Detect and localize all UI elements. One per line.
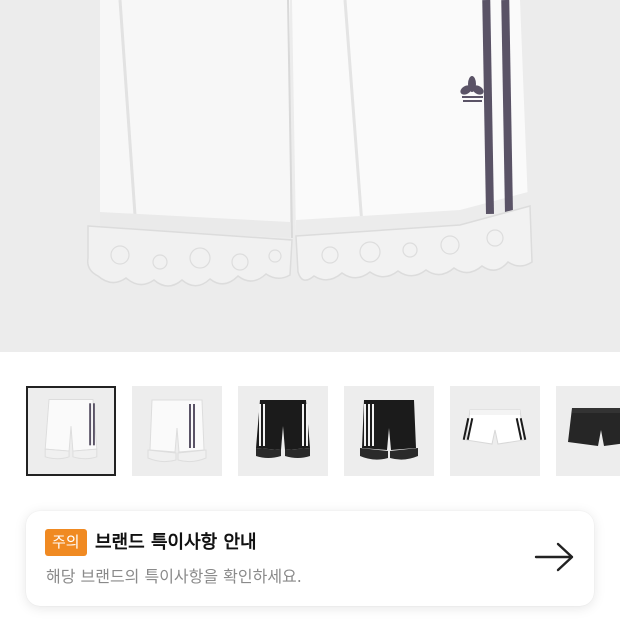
thumbnail-1[interactable] <box>26 386 116 476</box>
black-lace-shorts-back-icon <box>344 386 434 476</box>
black-lace-shorts-front-icon <box>238 386 328 476</box>
warning-badge: 주의 <box>45 529 87 556</box>
product-main-image[interactable] <box>0 0 620 352</box>
white-running-shorts-icon <box>450 386 540 476</box>
thumbnail-6[interactable] <box>556 386 620 476</box>
thumbnail-5[interactable] <box>450 386 540 476</box>
thumbnail-4[interactable] <box>344 386 434 476</box>
white-lace-shorts-side-icon <box>132 386 222 476</box>
thumbnail-2[interactable] <box>132 386 222 476</box>
notice-description: 해당 브랜드의 특이사항을 확인하세요. <box>46 567 302 586</box>
black-running-shorts-icon <box>556 386 620 476</box>
notice-title: 브랜드 특이사항 안내 <box>95 532 257 553</box>
thumbnail-3[interactable] <box>238 386 328 476</box>
thumbnail-strip <box>0 352 620 488</box>
white-lace-shorts-front-icon <box>28 388 114 474</box>
arrow-right-icon[interactable] <box>532 539 576 575</box>
brand-notice-card[interactable]: 주의 브랜드 특이사항 안내 해당 브랜드의 특이사항을 확인하세요. <box>26 511 594 606</box>
